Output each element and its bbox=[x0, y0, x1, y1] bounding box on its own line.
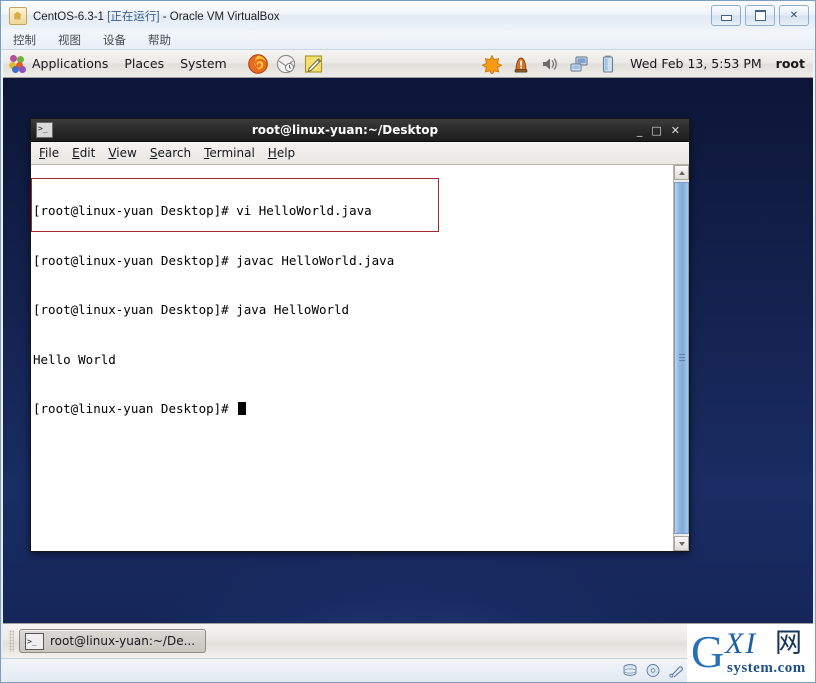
panel-launchers bbox=[247, 53, 325, 75]
gnome-top-panel: Applications Places System Wed Feb 13, 5… bbox=[3, 50, 813, 78]
terminal-line: [root@linux-yuan Desktop]# java HelloWor… bbox=[33, 302, 350, 317]
vbox-menu-view[interactable]: 视图 bbox=[58, 32, 81, 48]
terminal-line: Hello World bbox=[33, 351, 116, 367]
vbox-menu-help[interactable]: 帮助 bbox=[148, 32, 171, 48]
scroll-down-icon[interactable] bbox=[674, 536, 689, 551]
panel-system-tray bbox=[481, 54, 618, 76]
terminal-title: root@linux-yuan:~/Desktop bbox=[251, 123, 439, 137]
maximize-button[interactable] bbox=[745, 5, 775, 26]
vbox-menu-devices[interactable]: 设备 bbox=[103, 32, 126, 48]
email-icon[interactable] bbox=[275, 53, 297, 75]
site-watermark: G XI 网 system.com bbox=[687, 624, 815, 682]
scroll-up-icon[interactable] bbox=[674, 165, 689, 180]
panel-username[interactable]: root bbox=[776, 56, 805, 71]
terminal-menu-search[interactable]: Search bbox=[150, 146, 191, 160]
virtualbox-window: CentOS-6.3-1 [正在运行] - Oracle VM VirtualB… bbox=[0, 0, 816, 683]
cd-dvd-icon[interactable] bbox=[645, 663, 661, 678]
close-icon: ✕ bbox=[789, 9, 799, 21]
terminal-menubar: File Edit View Search Terminal Help bbox=[31, 142, 689, 165]
virtualbox-app-icon bbox=[9, 6, 27, 25]
terminal-icon bbox=[25, 632, 44, 650]
vm-name: CentOS-6.3-1 bbox=[33, 10, 104, 23]
alert-icon[interactable] bbox=[511, 54, 531, 74]
terminal-output[interactable]: [root@linux-yuan Desktop]# vi HelloWorld… bbox=[31, 165, 673, 551]
scrollbar-thumb[interactable] bbox=[674, 182, 689, 534]
terminal-prompt-line: [root@linux-yuan Desktop]# bbox=[33, 401, 673, 418]
close-button[interactable]: ✕ bbox=[779, 5, 809, 26]
panel-clock[interactable]: Wed Feb 13, 5:53 PM bbox=[630, 56, 762, 71]
taskbar-item-label: root@linux-yuan:~/De... bbox=[50, 634, 196, 648]
terminal-maximize-button[interactable]: □ bbox=[651, 125, 661, 136]
terminal-window: root@linux-yuan:~/Desktop _ □ ✕ File Edi… bbox=[30, 118, 690, 552]
volume-icon[interactable] bbox=[540, 54, 560, 74]
terminal-prompt: [root@linux-yuan Desktop]# bbox=[33, 401, 237, 416]
vm-run-state: [正在运行] bbox=[107, 10, 160, 23]
network-icon[interactable] bbox=[569, 54, 589, 74]
applications-menu-icon bbox=[9, 54, 27, 73]
terminal-menu-help[interactable]: Help bbox=[268, 146, 295, 160]
menu-applications[interactable]: Applications bbox=[32, 56, 108, 71]
guest-screen: Applications Places System Wed Feb 13, 5… bbox=[3, 50, 813, 658]
terminal-titlebar[interactable]: root@linux-yuan:~/Desktop _ □ ✕ bbox=[31, 119, 689, 142]
usb-icon[interactable] bbox=[668, 663, 684, 678]
watermark-letters-xi: XI bbox=[725, 627, 758, 660]
watermark-letter-g: G bbox=[691, 626, 725, 677]
scrollbar-grip-icon bbox=[679, 354, 685, 362]
terminal-minimize-button[interactable]: _ bbox=[637, 125, 643, 136]
watermark-domain: system.com bbox=[727, 660, 806, 676]
virtualbox-titlebar: CentOS-6.3-1 [正在运行] - Oracle VM VirtualB… bbox=[1, 1, 815, 30]
virtualbox-window-controls: ✕ bbox=[711, 5, 809, 26]
text-editor-icon[interactable] bbox=[303, 53, 325, 75]
hard-disk-icon[interactable] bbox=[622, 663, 638, 678]
app-name: - Oracle VM VirtualBox bbox=[162, 10, 280, 23]
virtualbox-title: CentOS-6.3-1 [正在运行] - Oracle VM VirtualB… bbox=[33, 8, 280, 24]
minimize-button[interactable] bbox=[711, 5, 741, 26]
terminal-line: [root@linux-yuan Desktop]# vi HelloWorld… bbox=[33, 203, 372, 218]
terminal-scrollbar[interactable] bbox=[673, 165, 689, 551]
terminal-close-button[interactable]: ✕ bbox=[671, 125, 680, 136]
vbox-menu-control[interactable]: 控制 bbox=[13, 32, 36, 48]
terminal-line: [root@linux-yuan Desktop]# javac HelloWo… bbox=[33, 252, 395, 268]
terminal-menu-file[interactable]: File bbox=[39, 146, 59, 160]
maximize-icon bbox=[754, 10, 766, 21]
menu-system[interactable]: System bbox=[180, 56, 227, 71]
terminal-body[interactable]: [root@linux-yuan Desktop]# vi HelloWorld… bbox=[31, 165, 689, 551]
terminal-menu-view[interactable]: View bbox=[108, 146, 136, 160]
terminal-menu-edit[interactable]: Edit bbox=[72, 146, 95, 160]
scrollbar-track[interactable] bbox=[674, 180, 689, 536]
battery-icon[interactable] bbox=[598, 54, 618, 74]
panel-drag-handle-icon[interactable] bbox=[9, 630, 14, 652]
terminal-icon bbox=[36, 122, 53, 138]
menu-places[interactable]: Places bbox=[124, 56, 164, 71]
watermark-cjk-char: 网 bbox=[775, 628, 802, 659]
firefox-icon[interactable] bbox=[247, 53, 269, 75]
terminal-window-controls: _ □ ✕ bbox=[637, 125, 683, 136]
virtualbox-menubar: 控制 视图 设备 帮助 bbox=[1, 30, 815, 50]
minimize-icon bbox=[720, 14, 732, 21]
terminal-cursor bbox=[238, 402, 247, 415]
taskbar-item-terminal[interactable]: root@linux-yuan:~/De... bbox=[19, 629, 207, 653]
terminal-menu-terminal[interactable]: Terminal bbox=[204, 146, 255, 160]
updates-icon[interactable] bbox=[481, 54, 503, 76]
